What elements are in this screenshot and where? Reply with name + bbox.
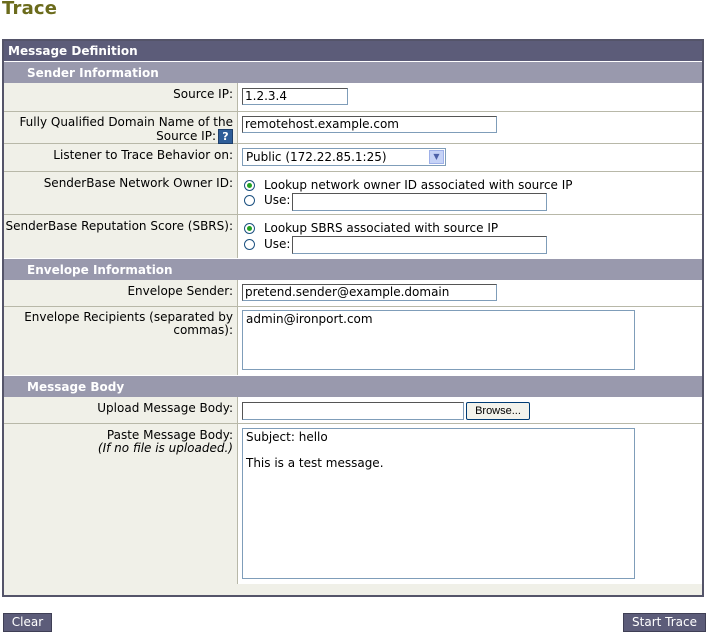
section-header-sender: Sender Information xyxy=(4,61,702,83)
row-listener: Listener to Trace Behavior on: Public (1… xyxy=(4,143,702,171)
listener-select[interactable]: Public (172.22.85.1:25) ▼ xyxy=(242,148,446,166)
network-owner-label: SenderBase Network Owner ID: xyxy=(4,172,237,214)
envelope-recipients-label: Envelope Recipients (separated by commas… xyxy=(4,307,237,375)
fqdn-input[interactable]: remotehost.example.com xyxy=(242,116,497,133)
sbrs-lookup-radio[interactable] xyxy=(244,222,255,234)
chevron-down-icon[interactable]: ▼ xyxy=(429,150,444,164)
row-network-owner: SenderBase Network Owner ID: Lookup netw… xyxy=(4,171,702,214)
owner-use-input[interactable] xyxy=(292,193,547,211)
upload-body-input[interactable] xyxy=(242,402,464,420)
envelope-recipients-textarea[interactable]: admin@ironport.com xyxy=(242,310,635,370)
upload-body-label: Upload Message Body: xyxy=(4,397,237,423)
row-fqdn: Fully Qualified Domain Name of the Sourc… xyxy=(4,111,702,144)
source-ip-input[interactable]: 1.2.3.4 xyxy=(242,88,348,105)
section-header-envelope: Envelope Information xyxy=(4,258,702,280)
sbrs-use-input[interactable] xyxy=(292,236,547,254)
sbrs-use-option[interactable]: Use: xyxy=(244,237,290,251)
envelope-sender-input[interactable]: pretend.sender@example.domain xyxy=(242,284,497,301)
fqdn-label: Fully Qualified Domain Name of the Sourc… xyxy=(4,112,237,144)
paste-body-textarea[interactable]: Subject: hello This is a test message. xyxy=(242,428,635,579)
paste-body-label: Paste Message Body: (If no file is uploa… xyxy=(4,424,237,584)
owner-use-radio[interactable] xyxy=(244,194,255,206)
owner-lookup-radio[interactable] xyxy=(244,179,255,191)
section-header-message-body: Message Body xyxy=(4,375,702,397)
sbrs-use-radio[interactable] xyxy=(244,238,255,250)
listener-selected-value: Public (172.22.85.1:25) xyxy=(246,150,387,164)
row-sbrs: SenderBase Reputation Score (SBRS): Look… xyxy=(4,214,702,258)
panel-header: Message Definition xyxy=(4,41,702,61)
listener-label: Listener to Trace Behavior on: xyxy=(4,144,237,171)
page-title: Trace xyxy=(2,0,58,19)
owner-lookup-option[interactable]: Lookup network owner ID associated with … xyxy=(244,178,573,192)
row-paste-body: Paste Message Body: (If no file is uploa… xyxy=(4,423,702,584)
row-upload-body: Upload Message Body: Browse... xyxy=(4,397,702,423)
help-icon[interactable]: ? xyxy=(218,129,233,144)
paste-body-note: (If no file is uploaded.) xyxy=(97,441,233,455)
source-ip-label: Source IP: xyxy=(4,83,237,111)
sbrs-use-text: Use: xyxy=(264,237,291,251)
row-source-ip: Source IP: 1.2.3.4 xyxy=(4,83,702,111)
owner-use-option[interactable]: Use: xyxy=(244,193,294,207)
sbrs-lookup-text: Lookup SBRS associated with source IP xyxy=(264,221,499,235)
sbrs-lookup-option[interactable]: Lookup SBRS associated with source IP xyxy=(244,221,498,235)
message-definition-panel: Message Definition Sender Information So… xyxy=(2,39,704,597)
row-envelope-sender: Envelope Sender: pretend.sender@example.… xyxy=(4,280,702,306)
start-trace-button[interactable]: Start Trace xyxy=(623,613,706,632)
owner-use-text: Use: xyxy=(264,193,291,207)
owner-lookup-text: Lookup network owner ID associated with … xyxy=(264,178,573,192)
row-envelope-recipients: Envelope Recipients (separated by commas… xyxy=(4,306,702,375)
envelope-sender-label: Envelope Sender: xyxy=(4,280,237,306)
sbrs-label: SenderBase Reputation Score (SBRS): xyxy=(4,215,237,258)
clear-button[interactable]: Clear xyxy=(3,613,52,632)
browse-button[interactable]: Browse... xyxy=(466,402,530,420)
